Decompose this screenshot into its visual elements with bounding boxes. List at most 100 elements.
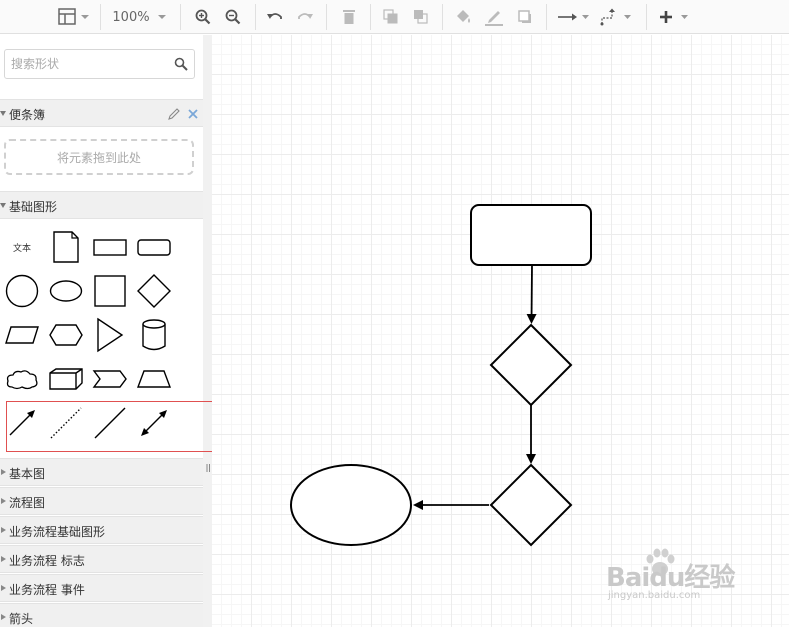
insert-button[interactable] bbox=[656, 0, 694, 34]
shape-ellipse[interactable] bbox=[46, 271, 86, 311]
zoom-level: 100% bbox=[112, 9, 150, 25]
note-shape-icon bbox=[53, 231, 79, 263]
waypoints-button[interactable] bbox=[598, 0, 634, 34]
rounded-rectangle-node[interactable] bbox=[470, 204, 592, 266]
section-label: 箭头 bbox=[9, 612, 34, 626]
caret-right-icon bbox=[1, 527, 6, 533]
ellipse-node[interactable] bbox=[290, 464, 412, 546]
format-panel-button[interactable] bbox=[52, 0, 94, 34]
shadow-icon bbox=[518, 10, 531, 23]
shape-library-sidebar: 便条簿 将元素拖到此处 基础图形 文本 bbox=[0, 35, 203, 627]
scratchpad-drop-zone[interactable]: 将元素拖到此处 bbox=[4, 139, 194, 175]
shape-cube[interactable] bbox=[46, 359, 86, 399]
section-label: 业务流程 事件 bbox=[9, 583, 85, 597]
shape-parallelogram[interactable] bbox=[2, 315, 42, 355]
rounded-rectangle-shape-icon bbox=[137, 239, 171, 256]
shape-cylinder[interactable] bbox=[134, 315, 174, 355]
toolbar-divider bbox=[180, 4, 181, 30]
shape-cloud[interactable] bbox=[2, 359, 42, 399]
step-shape-icon bbox=[92, 370, 127, 388]
connector-highlight-box bbox=[6, 401, 229, 452]
scratchpad-title: 便条簿 bbox=[9, 108, 46, 122]
triangle-shape-icon bbox=[97, 317, 124, 353]
shape-rounded-rectangle[interactable] bbox=[134, 227, 174, 267]
search-input[interactable] bbox=[5, 50, 165, 78]
diagram-canvas[interactable] bbox=[212, 35, 789, 627]
shape-text[interactable]: 文本 bbox=[2, 227, 42, 267]
shape-triangle[interactable] bbox=[90, 315, 130, 355]
toolbar-divider bbox=[546, 4, 547, 30]
zoom-select[interactable]: 100% bbox=[110, 0, 172, 34]
waypoints-icon bbox=[600, 8, 631, 26]
shape-hexagon[interactable] bbox=[46, 315, 86, 355]
to-back-button[interactable] bbox=[410, 0, 432, 34]
section-bpmn-events[interactable]: 业务流程 事件 bbox=[0, 574, 203, 602]
section-label: 流程图 bbox=[9, 496, 46, 510]
trash-icon bbox=[343, 10, 355, 24]
shadow-button[interactable] bbox=[514, 0, 536, 34]
toolbar-divider bbox=[326, 4, 327, 30]
undo-icon bbox=[267, 13, 282, 19]
toolbar-divider bbox=[255, 4, 256, 30]
section-arrows[interactable]: 箭头 bbox=[0, 603, 203, 627]
decision-diamond-node[interactable] bbox=[489, 463, 573, 547]
shape-square[interactable] bbox=[90, 271, 130, 311]
watermark-brand: Baidu经验 bbox=[606, 563, 735, 593]
parallelogram-shape-icon bbox=[5, 326, 39, 344]
connector-arrow[interactable] bbox=[526, 264, 537, 324]
trapezoid-shape-icon bbox=[136, 370, 172, 388]
toolbar-divider bbox=[370, 4, 371, 30]
send-to-back-icon bbox=[414, 10, 428, 24]
undo-button[interactable] bbox=[264, 0, 286, 34]
delete-button[interactable] bbox=[338, 0, 360, 34]
search-box bbox=[4, 49, 195, 79]
drop-hint: 将元素拖到此处 bbox=[56, 150, 141, 165]
toolbar: 100% bbox=[0, 0, 789, 34]
zoom-in-icon bbox=[195, 9, 211, 25]
edit-icon[interactable] bbox=[167, 107, 181, 121]
section-bpmn-basic[interactable]: 业务流程基础图形 bbox=[0, 516, 203, 544]
cylinder-shape-icon bbox=[142, 319, 166, 351]
toolbar-divider bbox=[442, 4, 443, 30]
basic-shapes-header[interactable]: 基础图形 bbox=[0, 191, 203, 219]
zoom-out-icon bbox=[225, 9, 241, 25]
shape-step[interactable] bbox=[90, 359, 130, 399]
diagram-editor: 100% 搜索形状 便条簿 将元素拖到此处 基础图形 文本 基本图 流程图 业务… bbox=[0, 0, 789, 627]
section-flowchart[interactable]: 流程图 bbox=[0, 487, 203, 515]
cloud-shape-icon bbox=[6, 370, 38, 390]
caret-right-icon bbox=[1, 469, 6, 475]
zoom-out-button[interactable] bbox=[222, 0, 244, 34]
baidu-watermark: Baidu经验 jingyan.baidu.com bbox=[600, 545, 780, 607]
shape-circle[interactable] bbox=[2, 271, 42, 311]
search-icon[interactable] bbox=[174, 57, 188, 71]
line-color-button[interactable] bbox=[482, 0, 506, 34]
section-label: 业务流程 标志 bbox=[9, 554, 85, 568]
to-front-button[interactable] bbox=[380, 0, 402, 34]
decision-diamond-node[interactable] bbox=[489, 323, 573, 407]
zoom-in-button[interactable] bbox=[192, 0, 214, 34]
diagram-svg bbox=[290, 204, 592, 547]
caret-right-icon bbox=[1, 614, 6, 620]
sidebar-splitter[interactable] bbox=[203, 35, 212, 627]
fill-color-button[interactable] bbox=[452, 0, 474, 34]
shape-trapezoid[interactable] bbox=[134, 359, 174, 399]
plus-icon bbox=[660, 11, 688, 23]
shape-note[interactable] bbox=[46, 227, 86, 267]
panel-layout-icon bbox=[58, 8, 89, 25]
circle-shape-icon bbox=[5, 274, 39, 308]
shape-rectangle[interactable] bbox=[90, 227, 130, 267]
redo-icon bbox=[298, 13, 313, 19]
toolbar-divider bbox=[100, 4, 101, 30]
paint-bucket-icon bbox=[457, 10, 470, 23]
basic-shapes-title: 基础图形 bbox=[9, 200, 58, 214]
connection-style-button[interactable] bbox=[556, 0, 592, 34]
caret-right-icon bbox=[1, 585, 6, 591]
watermark-url: jingyan.baidu.com bbox=[608, 590, 701, 601]
redo-button[interactable] bbox=[294, 0, 316, 34]
pencil-icon bbox=[485, 11, 503, 26]
section-bpmn-markers[interactable]: 业务流程 标志 bbox=[0, 545, 203, 573]
scratchpad-header[interactable]: 便条簿 bbox=[0, 99, 203, 127]
section-basic-diagrams[interactable]: 基本图 bbox=[0, 458, 203, 486]
close-icon[interactable] bbox=[187, 108, 199, 120]
shape-diamond[interactable] bbox=[134, 271, 174, 311]
